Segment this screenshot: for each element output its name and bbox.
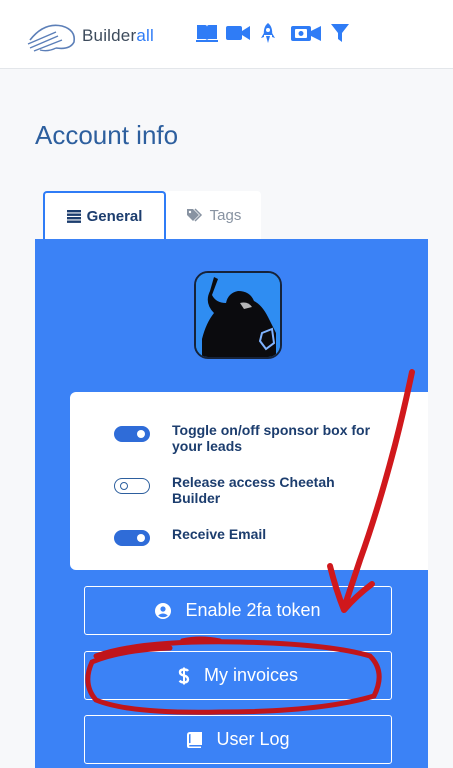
toggle-row-receive-email: Receive Email [114,526,382,546]
my-invoices-label: My invoices [203,665,299,685]
tab-tags-label: Tags [209,206,242,224]
settings-card: Toggle on/off sponsor box for your leads… [70,392,428,570]
toggle-knob [120,481,128,490]
user-log-label: User Log [216,729,290,749]
receive-email-label: Receive Email [172,526,267,542]
sponsor-box-toggle[interactable] [114,426,150,442]
enable-2fa-label: Enable 2fa token [185,600,321,620]
sponsor-box-label: Toggle on/off sponsor box for your leads [172,422,371,454]
tags-icon [186,208,202,222]
list-icon [66,209,81,223]
builderall-logo-icon[interactable] [26,18,82,54]
video-camera-icon[interactable] [225,22,251,44]
ninja-avatar-icon [196,273,280,357]
book-icon [187,731,203,748]
enable-2fa-button[interactable]: Enable 2fa token [84,586,392,635]
brand-name[interactable]: Builderall [82,26,154,46]
toggle-row-cheetah-builder: Release access Cheetah Builder [114,474,382,506]
avatar[interactable] [194,271,282,359]
user-circle-icon [155,602,172,619]
my-invoices-button[interactable]: My invoices [84,651,392,700]
funnel-icon[interactable] [330,22,350,44]
tab-tags[interactable]: Tags [166,191,261,239]
toggle-row-sponsor-box: Toggle on/off sponsor box for your leads [114,422,382,454]
user-log-button[interactable]: User Log [84,715,392,764]
book-icon[interactable] [195,22,219,44]
tab-general-label: General [86,207,143,225]
receive-email-toggle[interactable] [114,530,150,546]
video-call-icon[interactable] [290,22,322,44]
top-header: Builderall [0,0,453,69]
cheetah-builder-label: Release access Cheetah Builder [172,474,335,506]
page-title: Account info [35,120,179,150]
cheetah-builder-toggle[interactable] [114,478,150,494]
toggle-knob [137,430,145,438]
dollar-icon [178,667,190,684]
toggle-knob [137,534,145,542]
tab-general[interactable]: General [43,191,166,239]
rocket-icon[interactable] [260,22,276,44]
